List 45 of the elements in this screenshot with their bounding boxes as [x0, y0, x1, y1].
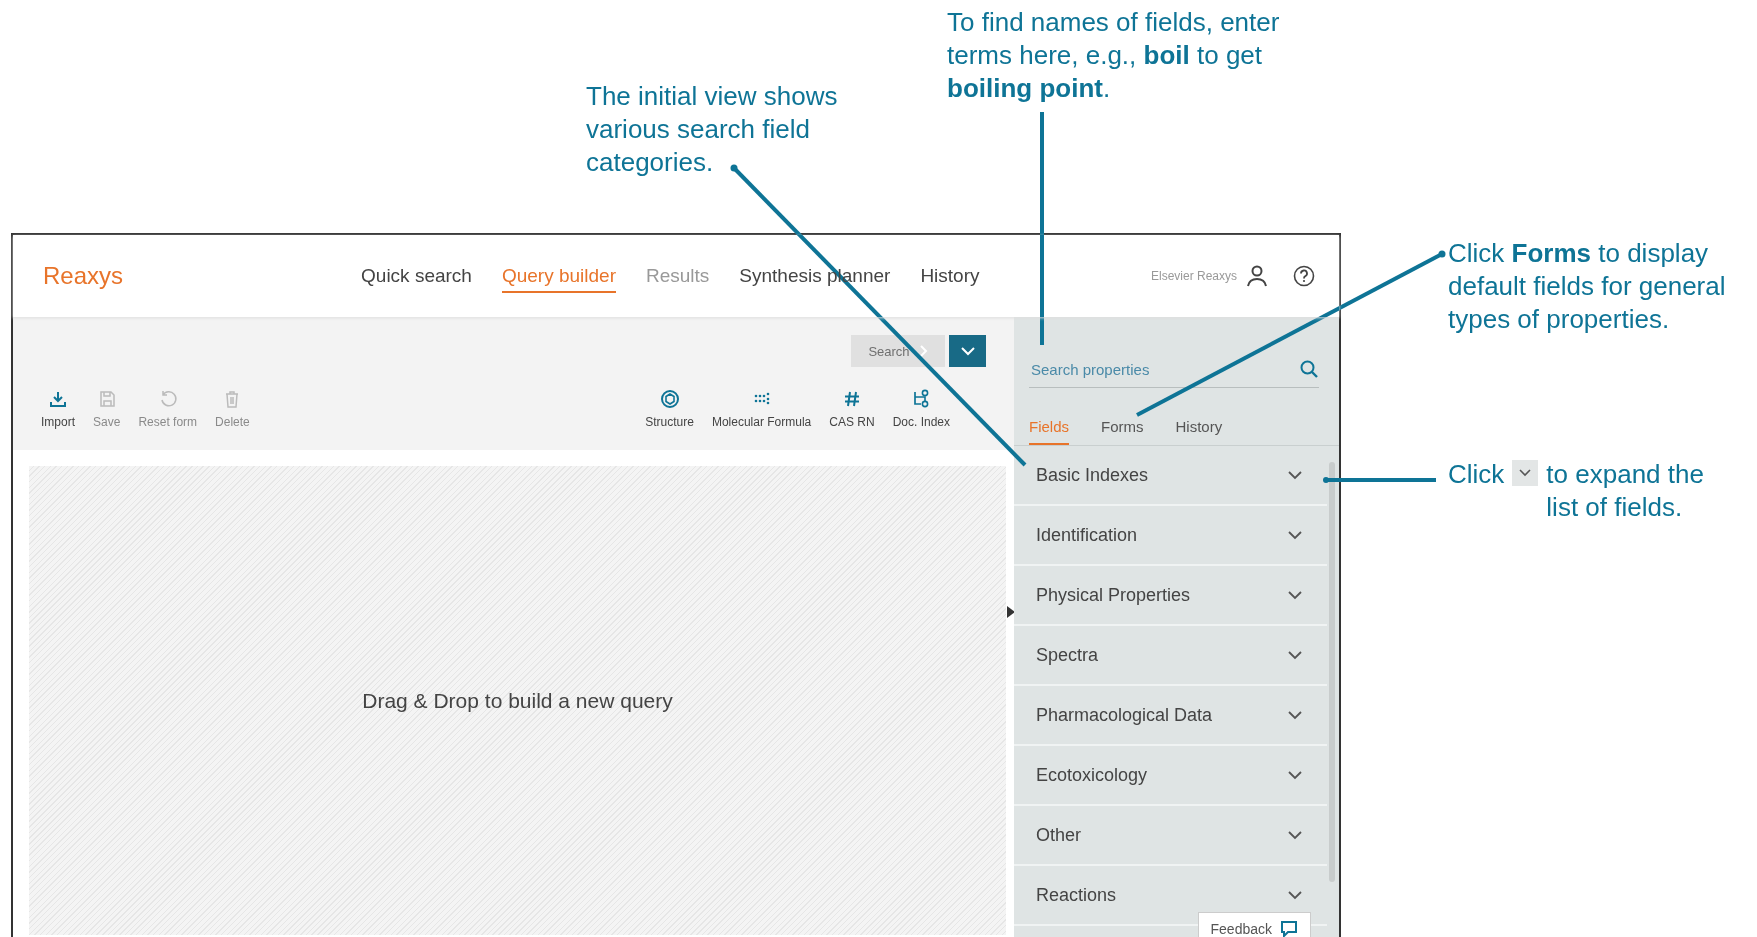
expand-chevron-icon[interactable] — [1287, 890, 1303, 900]
toolbar-button[interactable]: CAS RN — [829, 389, 875, 429]
category-label[interactable]: Reactions — [1036, 884, 1117, 906]
panel-tab[interactable]: History — [1175, 414, 1223, 445]
canvas-hint: Drag & Drop to build a new query — [362, 688, 673, 713]
nav-tab[interactable]: History — [920, 259, 980, 293]
expand-chevron-icon[interactable] — [1287, 470, 1303, 480]
caret-icon — [959, 346, 976, 356]
feedback-button[interactable]: Feedback — [1197, 912, 1311, 937]
category-label[interactable]: Spectra — [1036, 644, 1099, 666]
category-label[interactable]: Other — [1036, 824, 1082, 846]
callout-text: Click — [1448, 458, 1505, 491]
expand-chevron-icon[interactable] — [1287, 710, 1303, 720]
toolbar-button[interactable]: Structure — [645, 389, 694, 429]
expand-chevron-icon[interactable] — [1287, 530, 1303, 540]
callout-text: to expand the list of fields. — [1546, 458, 1705, 524]
category-label[interactable]: Pharmacological Data — [1036, 704, 1213, 726]
toolbar-button[interactable]: Import — [41, 389, 75, 429]
expand-chevron-icon[interactable] — [1287, 650, 1303, 660]
category-label[interactable]: Basic Indexes — [1036, 464, 1149, 486]
panel-tab[interactable]: Forms — [1101, 414, 1144, 445]
chevron-icon — [1512, 460, 1539, 486]
help-icon[interactable] — [1293, 265, 1315, 287]
nav-tab[interactable]: Quick search — [361, 259, 472, 293]
scrollbar[interactable] — [1329, 462, 1335, 882]
search-icon[interactable] — [1299, 359, 1319, 379]
category-label[interactable]: Physical Properties — [1036, 584, 1191, 606]
category-label[interactable]: Ecotoxicology — [1036, 764, 1148, 786]
speech-bubble-icon — [1280, 920, 1298, 937]
search-properties-field[interactable]: Search properties — [1029, 359, 1299, 379]
query-canvas[interactable]: Drag & Drop to build a new query — [29, 466, 1006, 935]
category-label[interactable]: Identification — [1036, 524, 1138, 546]
callout-text: To find names of fields, enter terms here, e.g., boil to get boiling point. — [947, 6, 1281, 105]
collapse-arrow-icon[interactable] — [1006, 605, 1016, 619]
expand-chevron-icon[interactable] — [1287, 770, 1303, 780]
user-icon[interactable] — [1245, 264, 1269, 288]
callout-text: Click Forms to display default fields for general types of properties. — [1448, 237, 1727, 336]
toolbar-button[interactable]: Molecular Formula — [711, 389, 812, 429]
callout-text: The initial view shows various search field categories. — [586, 80, 839, 179]
expand-chevron-icon[interactable] — [1287, 830, 1303, 840]
download-icon — [48, 389, 68, 409]
toolbar-button[interactable]: Doc. Index — [892, 389, 950, 429]
user-name: Elsevier Reaxys — [1150, 269, 1237, 283]
expand-chevron-icon[interactable] — [1287, 590, 1303, 600]
dropdown-button[interactable] — [949, 335, 986, 367]
